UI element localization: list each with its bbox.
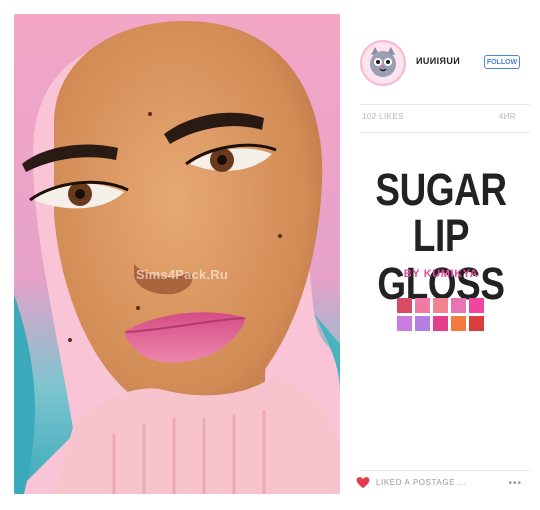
cat-avatar-icon[interactable]: [360, 40, 406, 86]
divider: [360, 104, 530, 105]
username[interactable]: ИUИIЯUИ: [416, 56, 460, 66]
watermark-text: Sims4Pack.Ru: [136, 267, 229, 282]
color-swatch: [469, 316, 484, 331]
divider: [360, 132, 530, 133]
color-swatch: [415, 316, 430, 331]
color-swatch-grid: [397, 298, 485, 331]
post-date: 4ИR: [498, 112, 516, 121]
title-line-1: SUGAR: [375, 164, 507, 215]
post-sidebar: ИUИIЯUИ FOLLOW 102 LIKES 4ИR SUGAR LIP G…: [352, 14, 530, 494]
notes-count[interactable]: 102 LIKES: [362, 112, 404, 121]
portrait-illustration: [14, 14, 340, 494]
follow-button[interactable]: FOLLOW: [484, 55, 520, 69]
more-options-button[interactable]: •••: [508, 478, 522, 489]
heart-icon[interactable]: [356, 476, 370, 490]
post-image[interactable]: Sims4Pack.Ru: [14, 14, 340, 494]
color-swatch: [433, 298, 448, 313]
color-swatch: [415, 298, 430, 313]
title-line-2: LIP GLOSS: [377, 210, 505, 309]
color-swatch: [469, 298, 484, 313]
byline: BY KUMIKYA: [403, 268, 479, 280]
divider: [360, 470, 530, 471]
color-swatch: [451, 316, 466, 331]
profile-header: ИUИIЯUИ FOLLOW: [352, 14, 530, 104]
activity-text[interactable]: LIKED A POSTAGE ...: [376, 478, 466, 487]
color-swatch: [433, 316, 448, 331]
color-swatch: [397, 298, 412, 313]
color-swatch: [451, 298, 466, 313]
post-actions: LIKED A POSTAGE ... •••: [352, 476, 530, 494]
color-swatch: [397, 316, 412, 331]
